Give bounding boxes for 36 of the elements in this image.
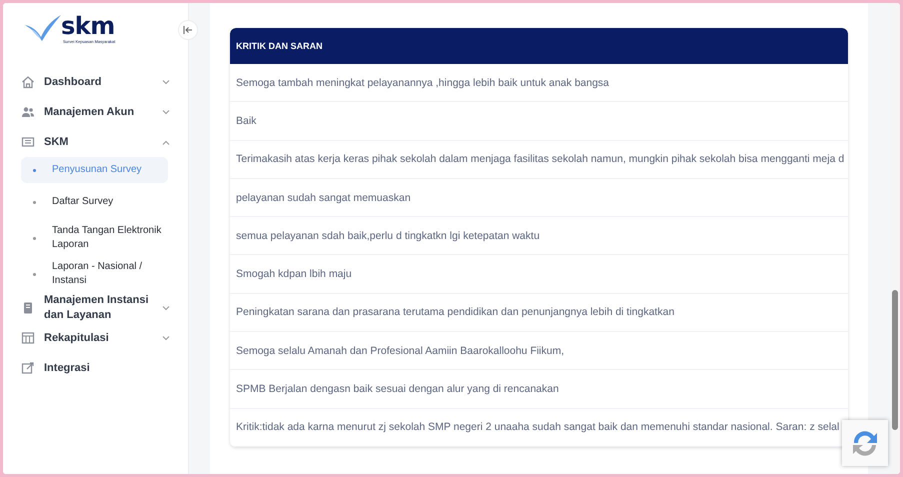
- table-cell: Semoga tambah meningkat pelayanannya ,hingga lebih baik untuk anak bangsa: [236, 76, 610, 89]
- nav-icon: [21, 105, 35, 119]
- column-header: KRITIK DAN SARAN: [230, 28, 848, 64]
- collapse-sidebar-button[interactable]: [178, 20, 198, 40]
- recaptcha-badge[interactable]: [842, 420, 888, 466]
- table-cell: Peningkatan sarana dan prasarana terutama pendidikan dan penunjangnya lebih di tingkatkan: [236, 306, 674, 318]
- nav-item[interactable]: SKM: [21, 127, 188, 157]
- collapse-arrow-icon: [183, 26, 193, 34]
- bullet-icon: [33, 168, 36, 172]
- nav-icon: [21, 361, 35, 375]
- logo-text: skm: [61, 13, 116, 39]
- nav-icon: [21, 135, 35, 149]
- table-cell: Smogah kdpan lbih maju: [236, 268, 352, 280]
- bullet-icon: [33, 200, 36, 204]
- scrollbar[interactable]: [890, 3, 900, 474]
- table-cell: Baik: [236, 114, 256, 127]
- table-cell: Semoga selalu Amanah dan Profesional Aamiin Baarokalloohu Fiikum,: [236, 344, 564, 357]
- table-cell: Kritik:tidak ada karna menurut zj sekolah SMP negeri 2 unaaha sudah sangat baik dan memenuhi standar nasional. Saran: z selal: [236, 421, 840, 434]
- nav-item[interactable]: Manajemen Instansi dan Layanan: [21, 293, 188, 323]
- nav-item[interactable]: Integrasi: [21, 353, 188, 383]
- nav-item[interactable]: Dashboard: [21, 67, 188, 97]
- nav-item[interactable]: Rekapitulasi: [21, 323, 188, 353]
- submenu-item[interactable]: Laporan - Nasional / Instansi: [21, 257, 168, 291]
- nav-icon: [21, 75, 35, 89]
- table-cell: pelayanan sudah sangat memuaskan: [236, 192, 411, 204]
- nav-item[interactable]: Manajemen Akun: [21, 97, 188, 127]
- table-cell: SPMB Berjalan dengasn baik sesuai dengan alur yang di rencanakan: [236, 383, 559, 396]
- submenu-item[interactable]: Tanda Tangan Elektronik Laporan: [21, 221, 168, 255]
- nav-icon: [21, 331, 35, 345]
- table-cell: semua pelayanan sdah baik,perlu d tingkatkn lgi ketepatan waktu: [236, 230, 540, 242]
- bullet-icon: [33, 272, 36, 276]
- table-cell: Terimakasih atas kerja keras pihak sekolah dalam menjaga fasilitas sekolah namun, mungkin pihak sekolah bisa mengganti meja d: [236, 153, 844, 166]
- logo-swoosh-icon: [25, 15, 61, 41]
- submenu-item[interactable]: Daftar Survey: [21, 185, 168, 219]
- bullet-icon: [33, 236, 36, 240]
- nav-icon: [21, 301, 35, 315]
